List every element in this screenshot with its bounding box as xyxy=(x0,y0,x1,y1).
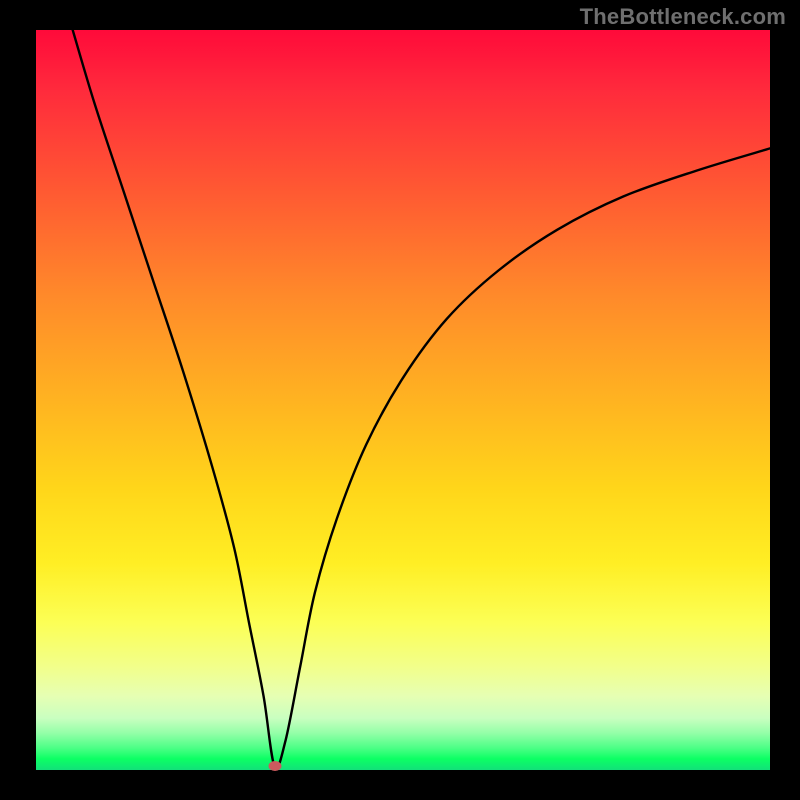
watermark-text: TheBottleneck.com xyxy=(580,4,786,30)
bottleneck-curve xyxy=(73,30,770,768)
optimum-marker xyxy=(268,761,281,771)
curve-svg xyxy=(36,30,770,770)
chart-frame: TheBottleneck.com xyxy=(0,0,800,800)
plot-area xyxy=(36,30,770,770)
